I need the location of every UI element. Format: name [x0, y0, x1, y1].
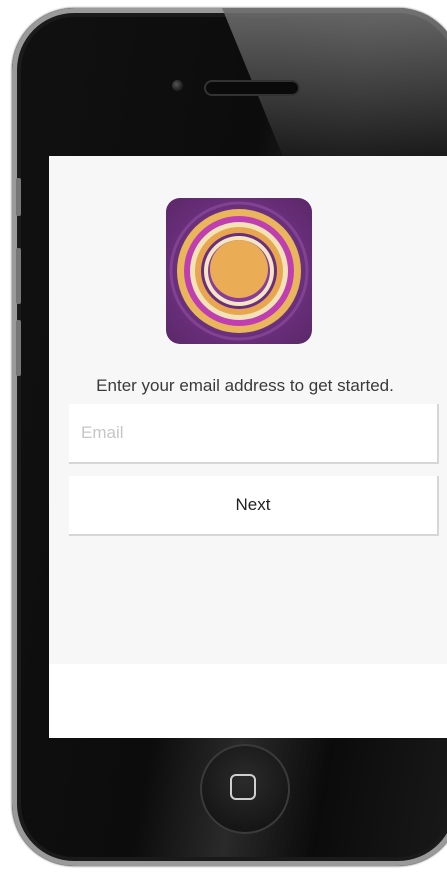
email-input[interactable]	[69, 404, 437, 462]
concentric-circles-logo-icon	[166, 198, 312, 344]
volume-down-button	[16, 320, 21, 376]
email-field[interactable]	[69, 404, 439, 464]
earpiece-speaker	[206, 82, 298, 94]
next-button[interactable]: Next	[69, 476, 439, 536]
mute-switch	[16, 178, 21, 216]
app-content: Enter your email address to get started.…	[49, 156, 447, 664]
volume-up-button	[16, 248, 21, 304]
instruction-text: Enter your email address to get started.	[96, 376, 394, 395]
front-camera	[172, 80, 183, 91]
phone-frame: Enter your email address to get started.…	[12, 8, 447, 866]
home-button[interactable]	[200, 744, 290, 834]
phone-screen: Enter your email address to get started.…	[49, 156, 447, 738]
logo-artwork	[169, 201, 309, 341]
home-square-icon	[230, 774, 256, 800]
